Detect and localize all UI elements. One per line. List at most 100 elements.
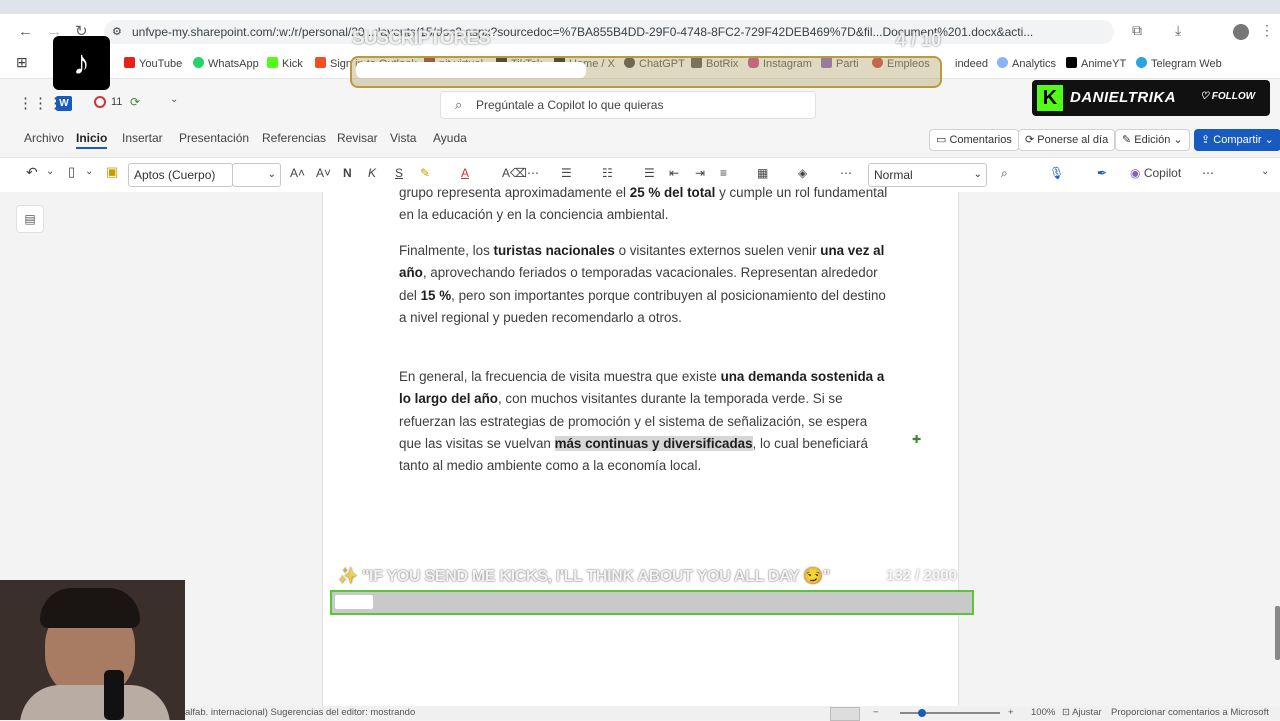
zoom-slider-thumb[interactable] bbox=[918, 709, 926, 717]
underline-icon[interactable]: S bbox=[395, 166, 403, 180]
font-size-select[interactable]: ⌄ bbox=[232, 163, 281, 187]
copilot-icon: ◉ bbox=[1130, 166, 1141, 180]
copilot-button[interactable]: ◉ Copilot bbox=[1130, 166, 1181, 180]
bullets-icon[interactable]: ☰ bbox=[561, 166, 572, 180]
undo-icon[interactable]: ↶ bbox=[26, 164, 38, 181]
tab-archivo[interactable]: Archivo bbox=[24, 131, 64, 145]
bookmark-indeed[interactable]: indeed bbox=[940, 57, 988, 70]
catch-up-button[interactable]: ⟳ Ponerse al día bbox=[1018, 129, 1116, 151]
url-text: unfvpe-my.sharepoint.com/:w:/r/personal/… bbox=[132, 25, 1034, 39]
tab-inicio[interactable]: Inicio bbox=[76, 131, 108, 149]
tab-insertar[interactable]: Insertar bbox=[122, 131, 163, 145]
paste-icon[interactable]: ▯ bbox=[68, 164, 75, 180]
status-bar: alfab. internacional) Sugerencias del ed… bbox=[185, 706, 1280, 721]
shading-icon[interactable]: ◈ bbox=[798, 166, 807, 180]
search-placeholder: Pregúntale a Copilot lo que quieras bbox=[476, 98, 664, 112]
find-icon[interactable]: ⌕ bbox=[1001, 166, 1008, 181]
kick-channel-name: DANIELTRIKA bbox=[1070, 89, 1177, 106]
profile-avatar[interactable] bbox=[1233, 24, 1249, 40]
tab-ayuda[interactable]: Ayuda bbox=[433, 131, 467, 145]
tab-presentacion[interactable]: Presentación bbox=[179, 131, 249, 145]
kick-goal-text: ✨ "IF YOU SEND ME KICKS, I'LL THINK ABOU… bbox=[338, 568, 831, 585]
undo-dropdown-icon[interactable]: ⌄ bbox=[46, 166, 54, 177]
bookmark-youtube[interactable]: YouTube bbox=[124, 57, 182, 70]
collapse-ribbon-icon[interactable]: ⌄ bbox=[1261, 166, 1269, 177]
more-font-icon[interactable]: ⋯ bbox=[527, 166, 539, 180]
chevron-down-icon: ⌄ bbox=[973, 169, 982, 180]
paragraph-2[interactable]: Finalmente, los turistas nacionales o vi… bbox=[399, 240, 889, 329]
tab-vista[interactable]: Vista bbox=[390, 131, 416, 145]
microphone bbox=[104, 670, 124, 720]
format-painter-icon[interactable]: ▣ bbox=[106, 164, 118, 180]
tiktok-logo-icon: ♪ bbox=[53, 36, 110, 90]
bookmark-telegram[interactable]: Telegram Web bbox=[1136, 57, 1222, 70]
decrease-indent-icon[interactable]: ⇤ bbox=[669, 166, 679, 180]
more-paragraph-icon[interactable]: ⋯ bbox=[840, 166, 852, 180]
webcam-feed bbox=[0, 580, 185, 720]
feedback-link[interactable]: Proporcionar comentarios a Microsoft bbox=[1111, 706, 1269, 720]
browser-menu-icon[interactable]: ⋮ bbox=[1260, 22, 1274, 39]
fit-button[interactable]: ⊡ Ajustar bbox=[1062, 706, 1102, 720]
download-icon[interactable]: ⤓ bbox=[1175, 22, 1181, 39]
increase-indent-icon[interactable]: ⇥ bbox=[695, 166, 705, 180]
apps-grid-icon[interactable]: ⊞ bbox=[16, 54, 28, 71]
zoom-out-icon[interactable]: − bbox=[873, 706, 879, 720]
copilot-search-box[interactable]: ⌕ Pregúntale a Copilot lo que quieras bbox=[440, 91, 816, 119]
dictate-icon[interactable]: 🎙 bbox=[1049, 166, 1064, 180]
navigation-pane-icon[interactable]: ▤ bbox=[16, 205, 44, 233]
kick-goal-fill bbox=[335, 595, 373, 609]
kick-goal-bar bbox=[330, 590, 974, 615]
clear-format-icon[interactable]: A⌫ bbox=[502, 166, 527, 180]
streamer-shirt bbox=[20, 685, 170, 720]
zoom-in-icon[interactable]: + bbox=[1008, 706, 1014, 720]
font-name-select[interactable]: Aptos (Cuerpo) bbox=[128, 163, 233, 187]
browser-tab-strip bbox=[0, 0, 1280, 14]
back-icon[interactable]: ← bbox=[18, 23, 33, 40]
status-left-text: alfab. internacional) Sugerencias del ed… bbox=[185, 707, 416, 718]
activity-icon[interactable] bbox=[94, 96, 106, 108]
highlight-icon[interactable]: ✎ bbox=[420, 166, 430, 180]
share-button[interactable]: ⇪ Compartir ⌄ bbox=[1194, 129, 1280, 151]
site-info-icon[interactable]: ⚙ bbox=[112, 20, 122, 44]
kick-follow-button: ♡ FOLLOW bbox=[1200, 91, 1256, 102]
subscribers-label: SUSCRIPTORES bbox=[352, 28, 491, 49]
bookmark-analytics[interactable]: Analytics bbox=[997, 57, 1056, 70]
notification-count: 11 bbox=[111, 96, 123, 108]
vertical-scrollbar[interactable] bbox=[1275, 606, 1280, 660]
paragraph-3[interactable]: En general, la frecuencia de visita mues… bbox=[399, 366, 889, 477]
paste-dropdown-icon[interactable]: ⌄ bbox=[85, 166, 93, 177]
word-logo-icon[interactable]: W bbox=[56, 96, 72, 111]
editing-mode-button[interactable]: ✎ Edición ⌄ bbox=[1115, 129, 1190, 151]
comments-button[interactable]: ▭ Comentarios bbox=[929, 129, 1019, 151]
sync-status-icon: ⟳ bbox=[130, 95, 141, 109]
zoom-level[interactable]: 100% bbox=[1031, 706, 1055, 720]
numbering-icon[interactable]: ☷ bbox=[602, 166, 613, 180]
search-icon: ⌕ bbox=[455, 97, 463, 112]
more-options-icon[interactable]: ⋯ bbox=[1202, 166, 1214, 180]
view-mode-button[interactable] bbox=[830, 707, 860, 721]
comment-marker-icon[interactable]: ✚ bbox=[912, 433, 921, 446]
editor-icon[interactable]: ✒ bbox=[1097, 166, 1107, 180]
bookmark-kick[interactable]: Kick bbox=[267, 57, 303, 70]
chevron-down-icon[interactable]: ⌄ bbox=[170, 94, 178, 105]
tab-revisar[interactable]: Revisar bbox=[337, 131, 378, 145]
font-color-icon[interactable]: A bbox=[461, 166, 469, 180]
align-icon[interactable]: ≡ bbox=[720, 166, 727, 180]
paragraph-1[interactable]: grupo representa aproximadamente el 25 %… bbox=[399, 182, 889, 227]
chevron-down-icon: ⌄ bbox=[267, 169, 276, 180]
bookmark-animeyt[interactable]: AnimeYT bbox=[1066, 57, 1126, 70]
extensions-icon[interactable]: ⧉ bbox=[1132, 22, 1142, 39]
zoom-slider[interactable] bbox=[900, 712, 1000, 714]
kick-logo-icon: K bbox=[1037, 85, 1063, 111]
borders-icon[interactable]: ▦ bbox=[757, 166, 768, 180]
tab-referencias[interactable]: Referencias bbox=[262, 131, 326, 145]
bookmark-whatsapp[interactable]: WhatsApp bbox=[193, 57, 259, 70]
italic-icon[interactable]: K bbox=[368, 166, 376, 180]
grow-font-icon[interactable]: A˄ bbox=[290, 166, 305, 180]
url-field[interactable]: ⚙ unfvpe-my.sharepoint.com/:w:/r/persona… bbox=[104, 20, 1114, 44]
bold-icon[interactable]: N bbox=[343, 166, 352, 180]
checklist-icon[interactable]: ☰ bbox=[644, 166, 655, 180]
subscribers-progress-fill bbox=[356, 62, 586, 78]
shrink-font-icon[interactable]: A˅ bbox=[316, 166, 331, 180]
streamer-hair bbox=[40, 588, 140, 628]
